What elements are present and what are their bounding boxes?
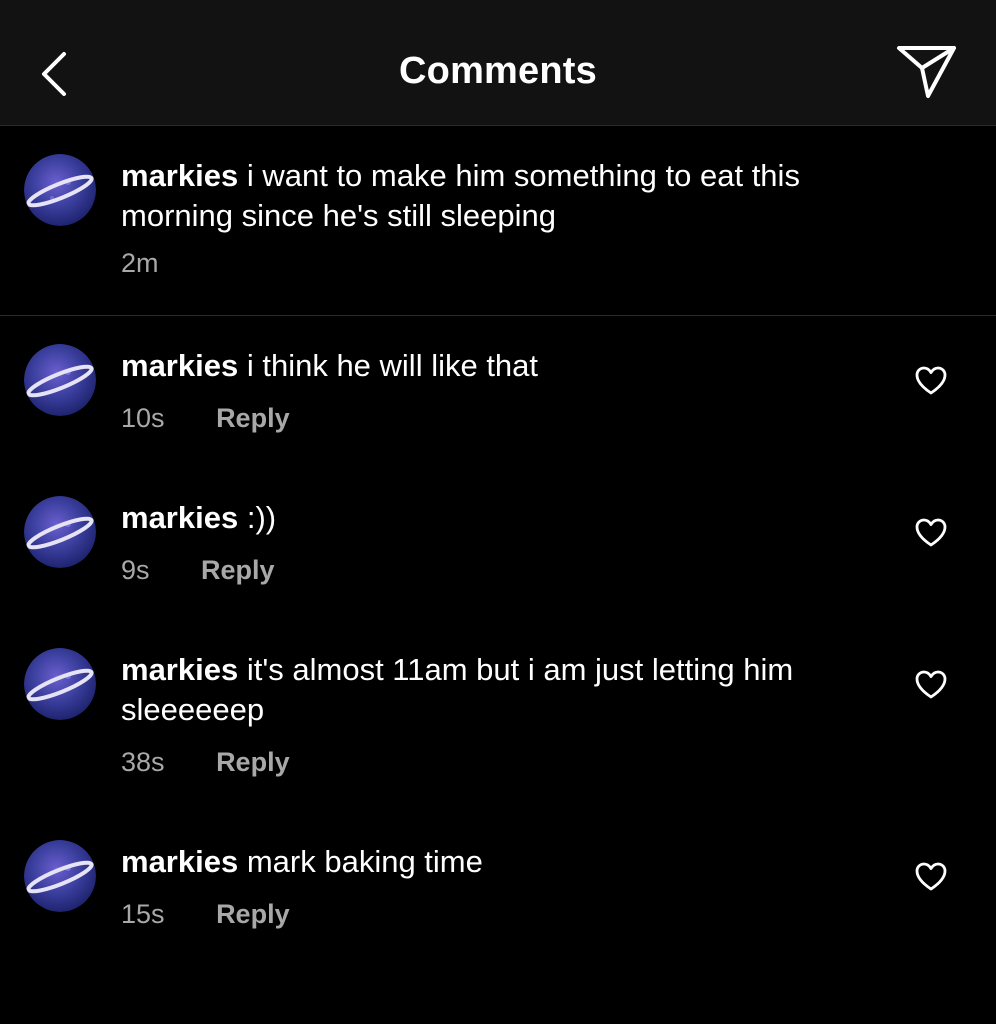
comment-timestamp: 38s (121, 747, 165, 777)
heart-icon[interactable] (914, 860, 948, 894)
avatar[interactable] (24, 154, 96, 226)
avatar[interactable] (24, 648, 96, 720)
comment-text-block: markies :)) (121, 498, 901, 538)
caption-username[interactable]: markies (121, 158, 238, 193)
share-button[interactable] (892, 42, 962, 102)
caption-meta: 2m (121, 247, 203, 279)
avatar[interactable] (24, 496, 96, 568)
comment-meta: 10s Reply (121, 402, 290, 434)
comment-username[interactable]: markies (121, 500, 238, 535)
paper-plane-icon (897, 46, 956, 98)
comment-username[interactable]: markies (121, 348, 238, 383)
reply-button[interactable]: Reply (216, 403, 290, 433)
comment-text-block: markies i think he will like that (121, 346, 901, 386)
comment-meta: 9s Reply (121, 554, 275, 586)
avatar[interactable] (24, 344, 96, 416)
comment-username[interactable]: markies (121, 844, 238, 879)
header-bar: Comments (0, 0, 996, 126)
page-title: Comments (399, 50, 597, 92)
reply-button[interactable]: Reply (216, 747, 290, 777)
comment-timestamp: 9s (121, 555, 150, 585)
comment-meta: 38s Reply (121, 746, 290, 778)
heart-icon[interactable] (914, 668, 948, 702)
caption-timestamp: 2m (121, 248, 159, 278)
heart-icon[interactable] (914, 364, 948, 398)
caption-text-block: markies i want to make him something to … (121, 156, 901, 236)
reply-button[interactable]: Reply (216, 899, 290, 929)
heart-icon[interactable] (914, 516, 948, 550)
comment-text: i think he will like that (246, 348, 539, 383)
comment-username[interactable]: markies (121, 652, 238, 687)
avatar[interactable] (24, 840, 96, 912)
comment-text: :)) (246, 500, 277, 535)
post-caption: markies i want to make him something to … (0, 126, 996, 316)
reply-button[interactable]: Reply (201, 555, 275, 585)
comment-text: mark baking time (246, 844, 483, 879)
comment-text-block: markies mark baking time (121, 842, 901, 882)
comment-timestamp: 10s (121, 403, 165, 433)
comment-timestamp: 15s (121, 899, 165, 929)
comment-meta: 15s Reply (121, 898, 290, 930)
comment-text-block: markies it's almost 11am but i am just l… (121, 650, 841, 730)
